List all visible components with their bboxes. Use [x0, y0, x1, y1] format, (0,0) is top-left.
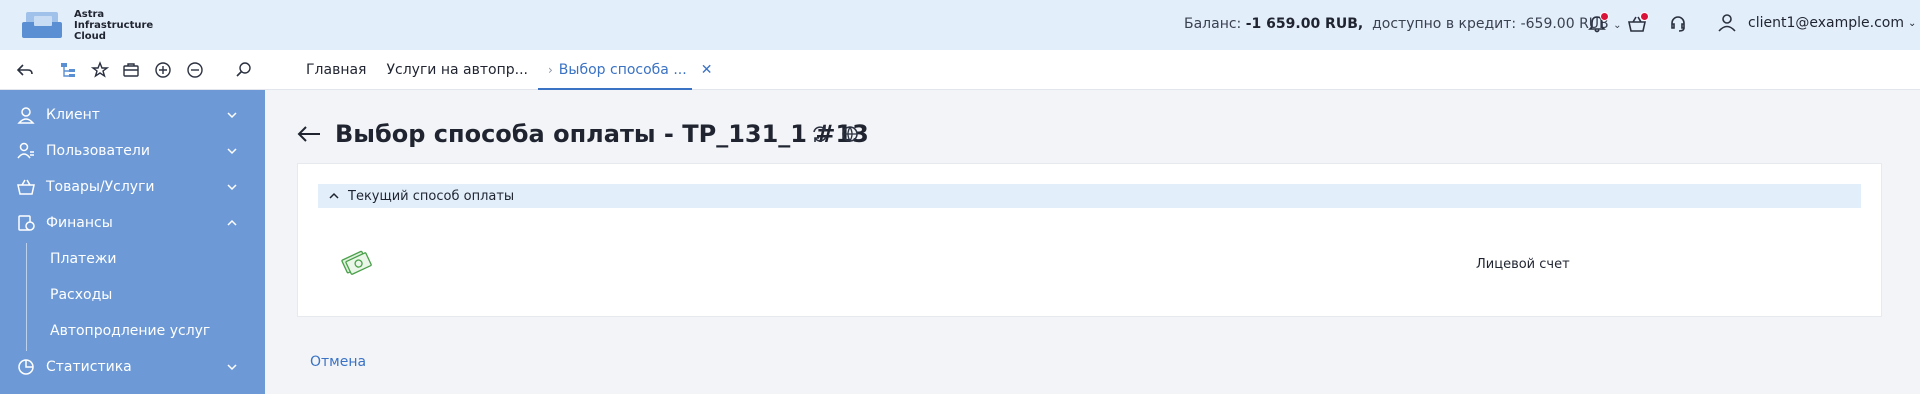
sidebar-item-payments[interactable]: Платежи: [50, 251, 117, 267]
toolbar: Главная Услуги на автопр... › Выбор спос…: [0, 50, 1920, 90]
chart-icon: [16, 357, 36, 377]
minus-circle-icon: [187, 62, 203, 78]
close-icon[interactable]: ✕: [701, 62, 713, 78]
payment-method-value: Лицевой счет: [1476, 257, 1570, 272]
balance-info[interactable]: Баланс: -1 659.00 RUB, доступно в кредит…: [1184, 16, 1622, 32]
sidebar-item-expenses[interactable]: Расходы: [50, 287, 112, 303]
sidebar-item-finance[interactable]: Финансы: [0, 205, 265, 241]
back-icon: [16, 64, 33, 76]
plus-circle-icon: [155, 62, 171, 78]
sidebar-item-client[interactable]: Клиент: [0, 97, 265, 133]
brand-name: Astra Infrastructure Cloud: [74, 8, 154, 42]
client-icon: [16, 105, 36, 125]
cart-button[interactable]: [1625, 12, 1649, 36]
brand-logo[interactable]: Astra Infrastructure Cloud: [20, 8, 154, 42]
finance-icon: [16, 213, 36, 233]
cash-icon: [338, 246, 372, 284]
notification-dot: [1600, 12, 1609, 21]
page-title: Выбор способа оплаты - TP_131_1 #13: [335, 120, 869, 148]
user-menu[interactable]: client1@example.com ⌄: [1716, 12, 1916, 34]
chevron-up-icon: [227, 219, 237, 226]
sidebar: Клиент Пользователи Товары/Услуги Финанс…: [0, 90, 265, 394]
chevron-up-icon: [329, 192, 339, 199]
top-header: Astra Infrastructure Cloud Баланс: -1 65…: [0, 0, 1920, 50]
back-button[interactable]: [15, 60, 35, 80]
users-icon: [16, 141, 36, 161]
sidebar-item-goods[interactable]: Товары/Услуги: [0, 169, 265, 205]
briefcase-button[interactable]: [121, 60, 141, 80]
favorite-button[interactable]: [90, 60, 110, 80]
support-button[interactable]: [1666, 12, 1690, 36]
tab-payment-method[interactable]: › Выбор способа ... ✕: [537, 50, 722, 90]
logo-icon: [22, 12, 62, 38]
arrow-left-icon: [297, 126, 320, 142]
sidebar-item-statistics[interactable]: Статистика: [0, 349, 265, 385]
refresh-button[interactable]: [810, 124, 830, 148]
back-button[interactable]: [296, 124, 322, 148]
briefcase-icon: [123, 63, 139, 77]
chevron-down-icon: [227, 184, 237, 191]
cancel-button[interactable]: Отмена: [310, 354, 366, 370]
user-email: client1@example.com: [1748, 15, 1904, 31]
cart-dot: [1640, 12, 1649, 21]
balance-label: Баланс:: [1184, 16, 1242, 32]
remove-button[interactable]: [185, 60, 205, 80]
user-icon: [1718, 14, 1736, 32]
chevron-down-icon: ⌄: [1907, 17, 1917, 29]
basket-icon: [16, 177, 36, 197]
tab-home[interactable]: Главная: [296, 50, 376, 90]
section-header[interactable]: Текущий способ оплаты: [318, 184, 1861, 208]
add-button[interactable]: [153, 60, 173, 80]
chevron-down-icon: ⌄: [1613, 20, 1622, 31]
tree-button[interactable]: [58, 60, 78, 80]
tab-bar: Главная Услуги на автопр... › Выбор спос…: [296, 50, 722, 90]
section-title: Текущий способ оплаты: [348, 188, 515, 204]
credit-label: доступно в кредит:: [1372, 16, 1517, 32]
refresh-icon: [813, 126, 827, 142]
submenu-divider: [26, 243, 27, 351]
tree-icon: [61, 63, 75, 77]
globe-button[interactable]: [840, 124, 860, 148]
title-actions: [810, 124, 860, 148]
chevron-right-icon: ›: [547, 63, 553, 77]
sidebar-item-autorenew[interactable]: Автопродление услуг: [50, 323, 210, 339]
payment-method-card: Текущий способ оплаты Лицевой счет: [297, 163, 1882, 317]
globe-icon: [842, 126, 858, 143]
chevron-down-icon: [227, 364, 237, 371]
notifications-button[interactable]: [1585, 12, 1609, 36]
chevron-down-icon: [227, 112, 237, 119]
chevron-down-icon: [227, 148, 237, 155]
sidebar-item-users[interactable]: Пользователи: [0, 133, 265, 169]
search-icon: [236, 62, 251, 77]
support-icon: [1671, 16, 1685, 32]
tab-autorenew[interactable]: Услуги на автопр...: [376, 50, 538, 90]
star-icon: [91, 61, 109, 78]
balance-value: -1 659.00 RUB,: [1245, 16, 1364, 32]
search-button[interactable]: [234, 60, 254, 80]
